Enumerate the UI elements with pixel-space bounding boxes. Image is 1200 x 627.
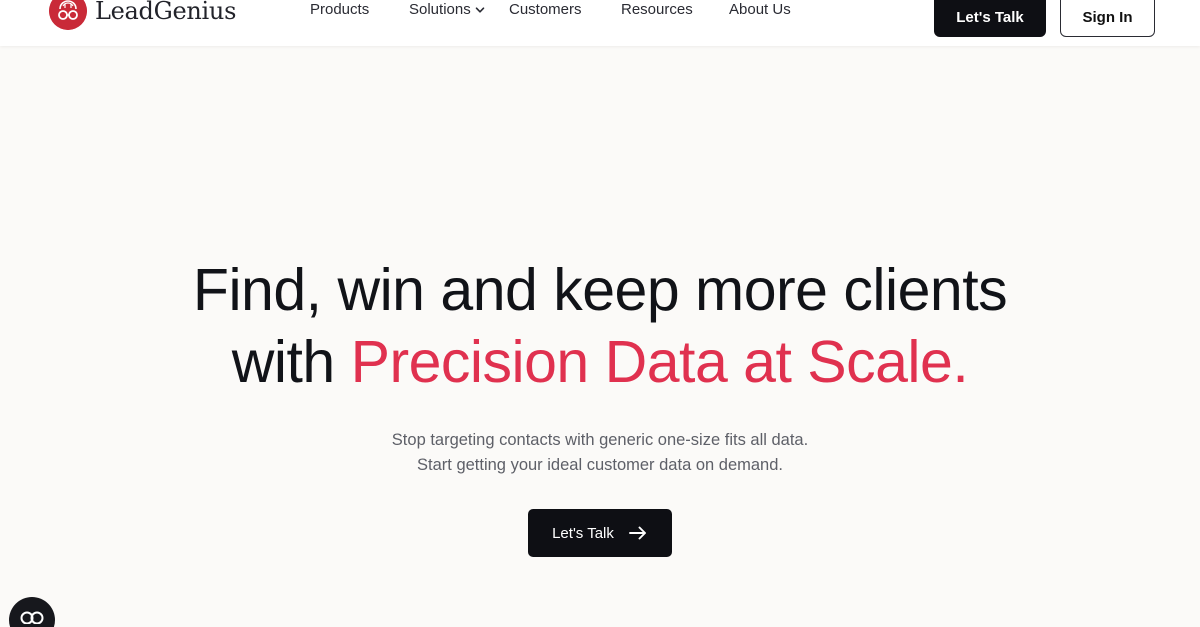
hero-title-line2-prefix: with [231,329,351,395]
hero-title: Find, win and keep more clients with Pre… [0,254,1200,398]
chevron-down-icon [475,6,485,13]
nav-item-label: About Us [729,1,791,18]
nav-item-customers[interactable]: Customers [509,1,582,18]
hero-title-accent: Precision Data at Scale. [350,329,969,395]
logo-wordmark: LeadGenius [95,0,237,25]
hero-subtitle-line1: Stop targeting contacts with generic one… [391,431,809,449]
cta-label: Let's Talk [552,524,614,542]
chat-icon [20,611,44,624]
nav-item-label: Products [310,1,370,18]
hero-subtitle: Stop targeting contacts with generic one… [0,428,1200,478]
hero-subtitle-line2: Start getting your ideal customer data o… [417,456,783,474]
hero-title-line1: Find, win and keep more clients [192,257,1008,323]
sign-in-button[interactable]: Sign In [1060,0,1155,37]
nav-item-solutions[interactable]: Solutions [409,1,486,18]
nav-item-about-us[interactable]: About Us [729,1,791,18]
nav-item-products[interactable]: Products [310,1,369,18]
logo-brain-icon [49,0,87,30]
chat-widget-button[interactable] [9,597,55,627]
nav-item-label: Resources [621,1,693,18]
site-header: LeadGenius Products Solutions Customers … [0,0,1200,46]
nav-item-label: Customers [509,1,582,18]
arrow-right-icon [628,526,646,540]
page: LeadGenius Products Solutions Customers … [0,0,1200,627]
header-lets-talk-button[interactable]: Let's Talk [934,0,1046,37]
nav-item-label: Solutions [409,1,471,18]
nav-item-resources[interactable]: Resources [621,1,693,18]
logo[interactable]: LeadGenius [49,0,236,31]
hero-lets-talk-button[interactable]: Let's Talk [528,509,672,557]
